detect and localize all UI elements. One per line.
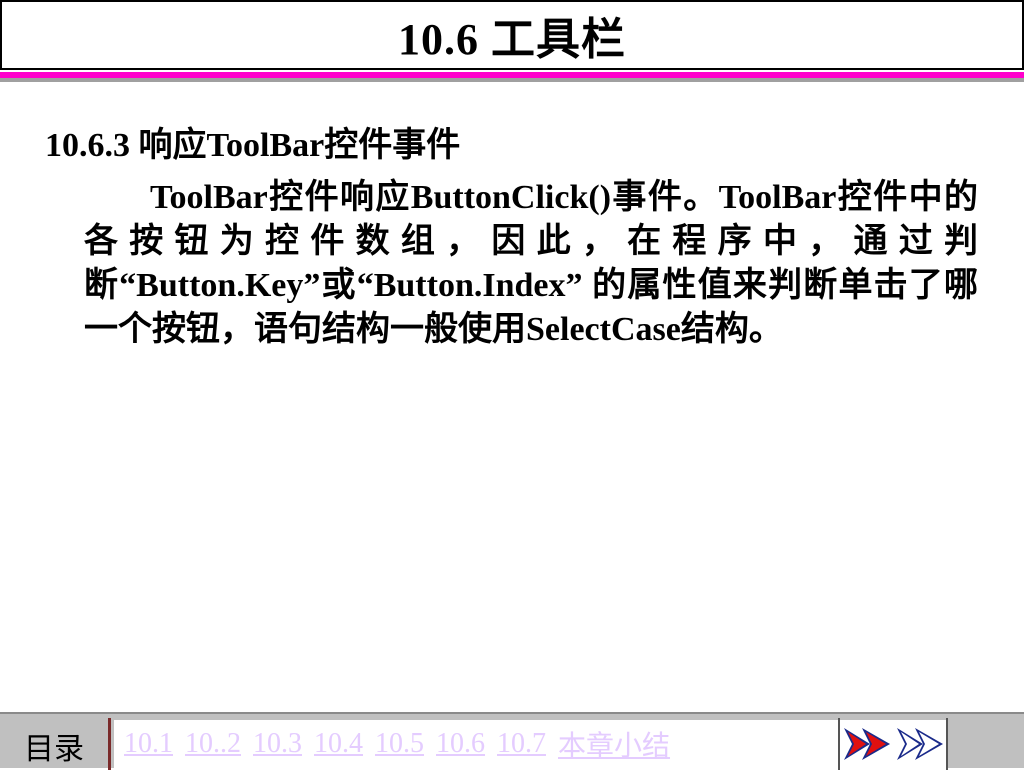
link-10-5[interactable]: 10.5 [375, 728, 424, 760]
link-10-6[interactable]: 10.6 [436, 728, 485, 760]
link-10-3[interactable]: 10.3 [253, 728, 302, 760]
footer-divider [946, 718, 948, 770]
chapter-links: 10.1 10..2 10.3 10.4 10.5 10.6 10.7 本章小结 [114, 720, 838, 768]
link-10-1[interactable]: 10.1 [124, 728, 173, 760]
toc-link[interactable]: 目录 [0, 722, 108, 770]
prev-arrow-icon[interactable] [842, 724, 892, 764]
nav-arrows [840, 720, 946, 768]
slide-title: 10.6 工具栏 [398, 15, 626, 64]
link-10-2[interactable]: 10..2 [185, 728, 241, 760]
title-rule-gray [0, 78, 1024, 82]
title-box: 10.6 工具栏 [0, 0, 1024, 70]
link-chapter-summary[interactable]: 本章小结 [558, 724, 670, 764]
footer-nav-bar: 目录 10.1 10..2 10.3 10.4 10.5 10.6 10.7 本… [0, 712, 1024, 770]
link-10-7[interactable]: 10.7 [497, 728, 546, 760]
section-heading: 10.6.3 响应ToolBar控件事件 [45, 127, 461, 164]
footer-divider [108, 718, 111, 770]
link-10-4[interactable]: 10.4 [314, 728, 363, 760]
body-paragraph: ToolBar控件响应ButtonClick()事件。ToolBar控件中的各按… [84, 179, 978, 348]
next-arrow-icon[interactable] [895, 724, 945, 764]
